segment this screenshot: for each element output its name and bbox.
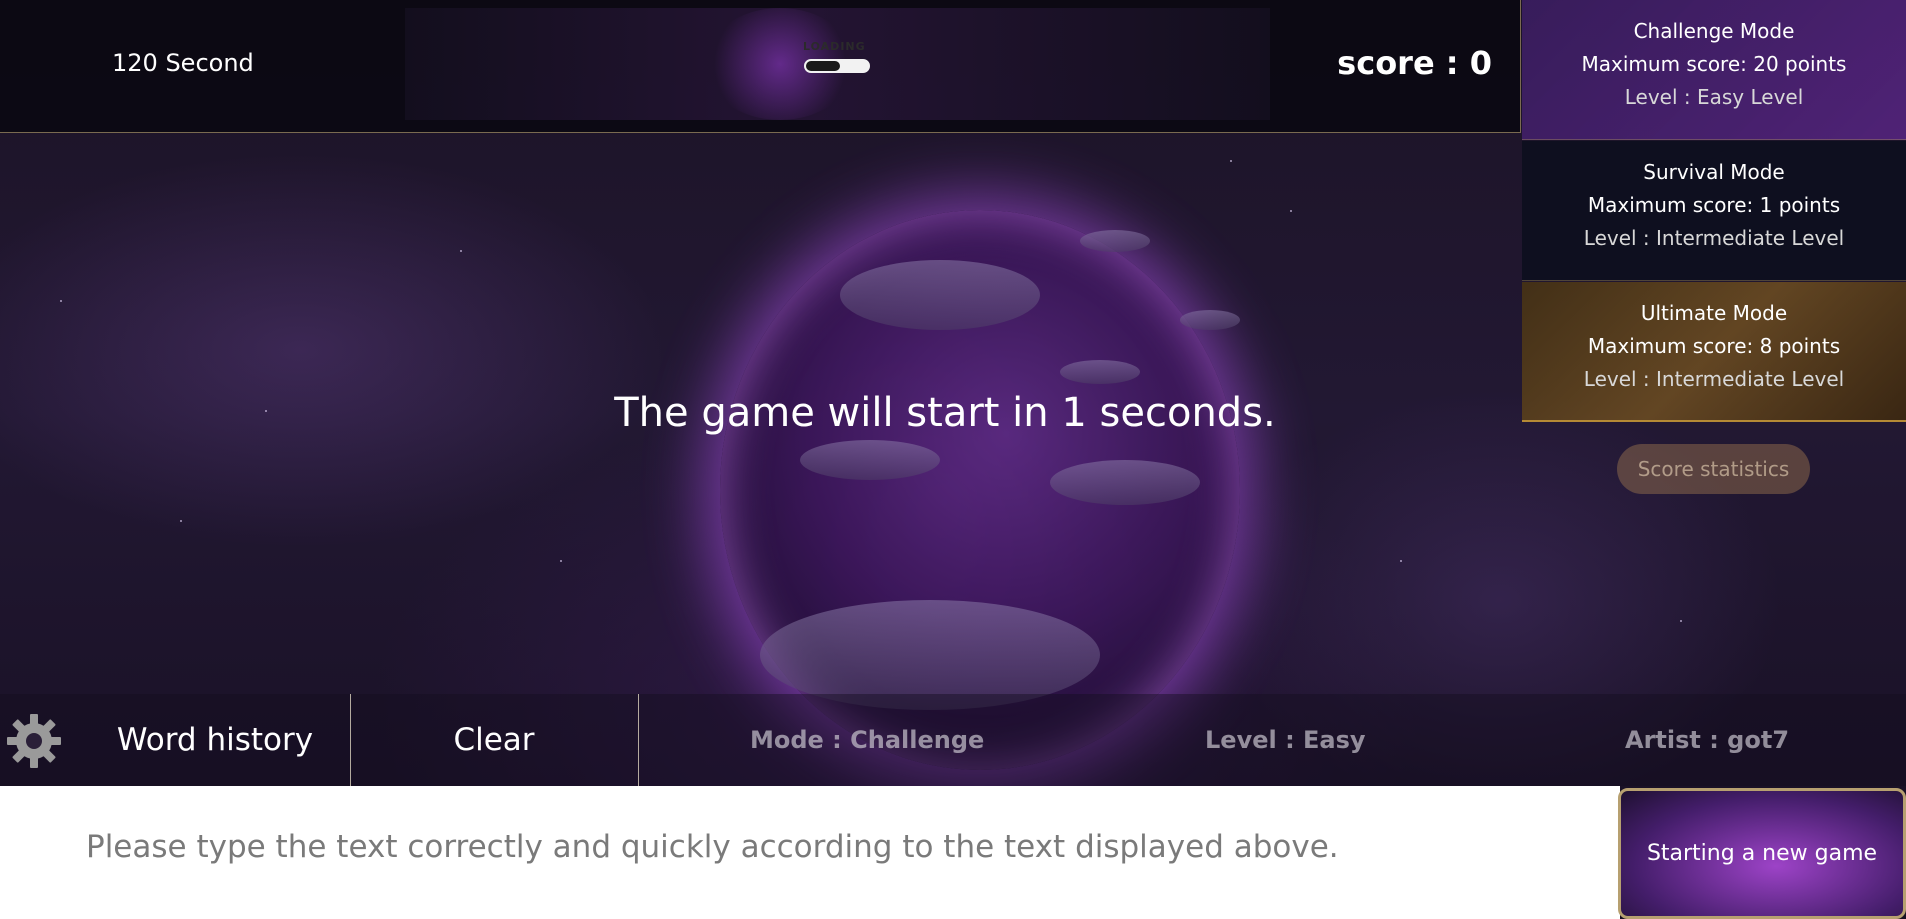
mode-name: Ultimate Mode (1640, 301, 1788, 325)
loading-label: LOADING (803, 40, 866, 53)
ufo-decoration (840, 260, 1040, 330)
star-decoration (60, 300, 62, 302)
star-decoration (180, 520, 182, 522)
mode-card-challenge[interactable]: Challenge Mode Maximum score: 20 points … (1522, 0, 1906, 140)
new-game-button[interactable]: Starting a new game (1618, 788, 1906, 919)
countdown-message: The game will start in 1 seconds. (614, 390, 1276, 436)
current-mode-label: Mode : Challenge (750, 726, 985, 754)
score-statistics-button[interactable]: Score statistics (1617, 444, 1810, 494)
star-decoration (460, 250, 462, 252)
mode-max-score: Maximum score: 8 points (1587, 334, 1841, 358)
divider (638, 694, 639, 786)
score-display: score : 0 (1337, 44, 1492, 82)
loading-progress-bar (804, 59, 870, 73)
control-bar: Word history Clear Mode : Challenge Leve… (0, 694, 1906, 786)
typing-input[interactable] (84, 816, 1588, 878)
star-decoration (560, 560, 562, 562)
top-status-bar: 120 Second LOADING score : 0 (0, 0, 1521, 133)
star-decoration (1230, 160, 1232, 162)
mode-max-score: Maximum score: 20 points (1581, 52, 1847, 76)
loading-progress-fill (806, 61, 841, 71)
ufo-decoration (1050, 460, 1200, 505)
mode-card-survival[interactable]: Survival Mode Maximum score: 1 points Le… (1522, 141, 1906, 281)
gear-icon[interactable] (4, 711, 64, 771)
mode-max-score: Maximum score: 1 points (1587, 193, 1841, 217)
star-decoration (1290, 210, 1292, 212)
current-level-label: Level : Easy (1205, 726, 1366, 754)
star-decoration (1400, 560, 1402, 562)
mode-level: Level : Easy Level (1624, 85, 1804, 109)
game-stage: 120 Second LOADING score : 0 Challenge M… (0, 0, 1906, 919)
ufo-decoration (1060, 360, 1140, 384)
mode-name: Survival Mode (1643, 160, 1785, 184)
ufo-decoration (800, 440, 940, 480)
timer-display: 120 Second (112, 49, 254, 77)
current-artist-label: Artist : got7 (1625, 726, 1790, 754)
ufo-decoration (1080, 230, 1150, 252)
mode-level: Level : Intermediate Level (1583, 226, 1845, 250)
ufo-decoration (1180, 310, 1240, 330)
typing-input-area (0, 786, 1620, 919)
mode-name: Challenge Mode (1633, 19, 1795, 43)
word-history-button[interactable]: Word history (80, 694, 350, 786)
star-decoration (1680, 620, 1682, 622)
clear-button[interactable]: Clear (351, 694, 637, 786)
